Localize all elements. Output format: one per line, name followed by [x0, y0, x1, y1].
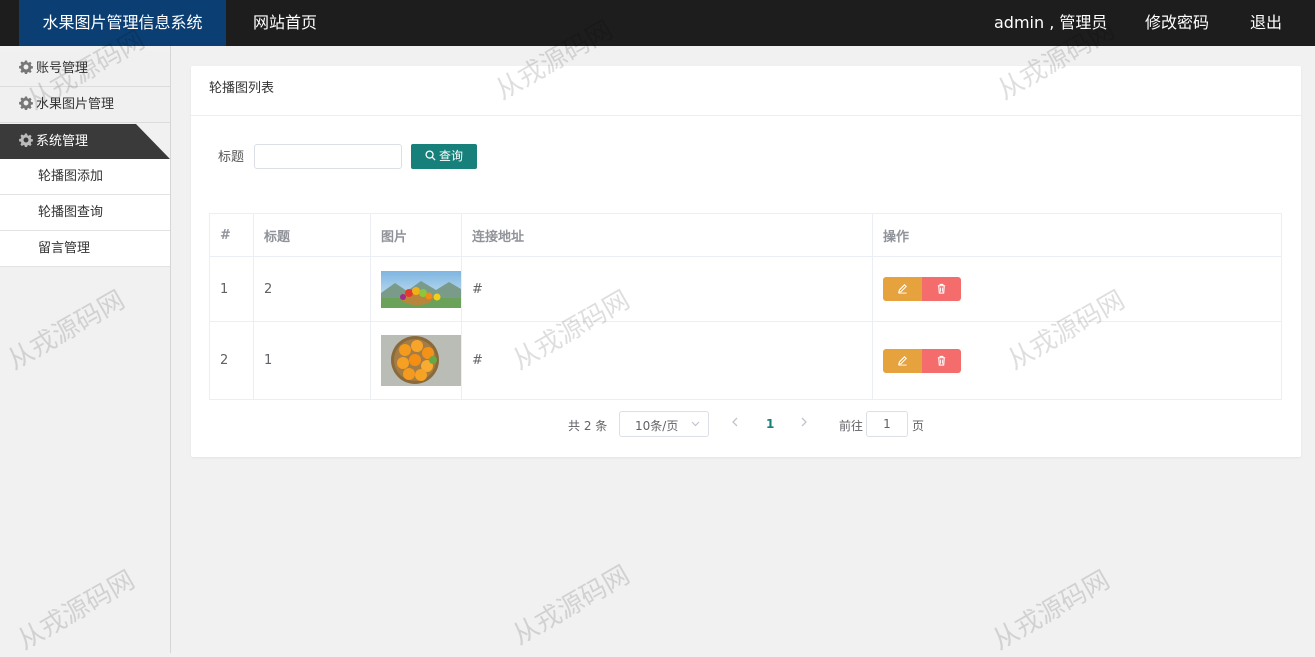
watermark: 从戎源码网	[987, 565, 1116, 657]
search-label: 标题	[218, 150, 245, 165]
edit-button[interactable]	[883, 348, 922, 373]
change-password-link[interactable]: 修改密码	[1145, 0, 1209, 46]
trash-icon	[937, 283, 946, 294]
page-size-value: 10条/页	[635, 419, 679, 433]
page-title: 轮播图列表	[209, 81, 275, 96]
table-header-row: # 标题 图片 连接地址 操作	[209, 213, 1282, 257]
gear-icon	[19, 96, 33, 110]
page-suffix-label: 页	[912, 419, 925, 433]
column-header-index: #	[209, 213, 254, 257]
column-header-link: 连接地址	[461, 213, 873, 257]
top-bar: 水果图片管理信息系统 网站首页 admin , 管理员 修改密码 退出	[0, 0, 1315, 46]
gear-icon	[19, 133, 33, 147]
search-button-label: 查询	[438, 149, 463, 163]
sidebar-item-account[interactable]: 账号管理	[0, 51, 170, 87]
row-actions	[872, 321, 1282, 400]
chevron-left-icon	[732, 417, 738, 427]
row-index: 2	[209, 321, 254, 400]
sidebar-item-system[interactable]: 系统管理	[0, 124, 170, 159]
search-input[interactable]	[254, 144, 402, 169]
column-header-actions: 操作	[872, 213, 1282, 257]
row-title: 1	[253, 321, 371, 400]
row-image-cell	[370, 321, 462, 400]
sidebar-subitem-carousel-query[interactable]: 轮播图查询	[0, 195, 170, 231]
pagination: 共 2 条 10条/页 1 前往 1 页	[191, 411, 1301, 437]
row-title: 2	[253, 256, 371, 322]
chevron-right-icon	[801, 417, 807, 427]
row-actions	[872, 256, 1282, 322]
sidebar: 账号管理 水果图片管理 系统管理 轮播图添加 轮播图查询 留言管理	[0, 46, 171, 653]
table-row: 1 2 #	[209, 256, 1282, 322]
chevron-down-icon	[691, 421, 700, 427]
prev-page-button[interactable]	[731, 416, 738, 430]
sidebar-subitem-carousel-add[interactable]: 轮播图添加	[0, 159, 170, 195]
card-header: 轮播图列表	[191, 66, 1301, 116]
delete-button[interactable]	[922, 277, 962, 301]
pagination-total: 共 2 条	[568, 419, 608, 433]
sidebar-item-label: 水果图片管理	[36, 97, 115, 112]
edit-button[interactable]	[883, 277, 922, 301]
logout-link[interactable]: 退出	[1250, 0, 1282, 46]
goto-page-input[interactable]: 1	[866, 411, 908, 437]
page-size-select[interactable]: 10条/页	[619, 411, 709, 437]
column-header-title: 标题	[253, 213, 371, 257]
user-info: admin , 管理员	[994, 13, 1108, 32]
sidebar-item-label: 账号管理	[36, 61, 89, 76]
row-index: 1	[209, 256, 254, 322]
goto-label: 前往	[839, 419, 864, 433]
page-number-current[interactable]: 1	[766, 417, 774, 431]
sidebar-item-fruit-images[interactable]: 水果图片管理	[0, 87, 170, 123]
watermark: 从戎源码网	[507, 560, 636, 652]
search-button[interactable]: 查询	[411, 144, 477, 169]
app-title: 水果图片管理信息系统	[19, 0, 226, 46]
sidebar-subitem-label: 留言管理	[38, 241, 91, 256]
next-page-button[interactable]	[801, 416, 808, 430]
edit-icon	[898, 355, 907, 366]
carousel-table: # 标题 图片 连接地址 操作 1 2 # 2 1 #	[209, 213, 1282, 400]
edit-icon	[898, 284, 907, 294]
row-link: #	[461, 321, 873, 400]
oranges-basket-thumbnail	[381, 335, 461, 386]
sidebar-subitem-messages[interactable]: 留言管理	[0, 231, 170, 267]
search-icon	[425, 150, 436, 161]
row-image-cell	[370, 256, 462, 322]
fruit-landscape-thumbnail	[381, 270, 461, 308]
carousel-list-card: 轮播图列表 标题 查询 # 标题 图片 连接地址 操作 1 2 # 2 1 # …	[191, 66, 1301, 457]
delete-button[interactable]	[922, 348, 962, 373]
home-link[interactable]: 网站首页	[253, 0, 317, 46]
sidebar-item-label: 系统管理	[36, 134, 89, 149]
trash-icon	[937, 355, 946, 366]
row-link: #	[461, 256, 873, 322]
gear-icon	[19, 60, 33, 74]
sidebar-subitem-label: 轮播图添加	[38, 169, 104, 184]
table-row: 2 1 #	[209, 321, 1282, 400]
sidebar-subitem-label: 轮播图查询	[38, 205, 104, 220]
column-header-image: 图片	[370, 213, 462, 257]
